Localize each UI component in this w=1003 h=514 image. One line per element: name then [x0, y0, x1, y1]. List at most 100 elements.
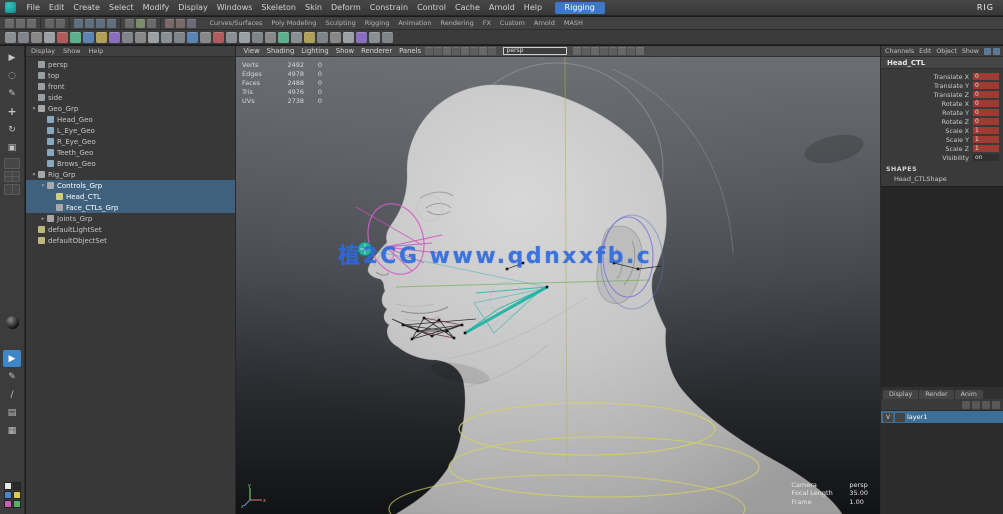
- shelf-tab[interactable]: Custom: [495, 19, 529, 27]
- menu-item[interactable]: Help: [519, 0, 546, 16]
- status-line-icon[interactable]: [40, 18, 41, 29]
- expand-arrow-icon[interactable]: ▾: [30, 106, 38, 112]
- custom-tool[interactable]: [3, 332, 21, 349]
- menu-item[interactable]: File: [22, 0, 44, 16]
- menu-item[interactable]: Skeleton: [257, 0, 301, 16]
- shelf-tool-icon[interactable]: [70, 32, 81, 43]
- channel-value-field[interactable]: 0: [973, 109, 999, 116]
- status-line-icon[interactable]: [107, 19, 116, 28]
- layer-toolbar-icon[interactable]: [962, 401, 970, 409]
- viewport-menu-item[interactable]: Shading: [263, 47, 298, 55]
- no-live-surface-icon[interactable]: [3, 314, 21, 331]
- channel-value-field[interactable]: 1: [973, 145, 999, 152]
- channel-value-field[interactable]: 0: [973, 82, 999, 89]
- custom-tool[interactable]: ∕: [3, 386, 21, 403]
- shelf-tool-icon[interactable]: [174, 32, 185, 43]
- viewport-menu-item[interactable]: Show: [332, 47, 357, 55]
- menu-item[interactable]: Windows: [212, 0, 257, 16]
- status-line-icon[interactable]: [5, 19, 14, 28]
- channel-box-menu-item[interactable]: Show: [962, 48, 979, 55]
- shelf-tool-icon[interactable]: [382, 32, 393, 43]
- layer-visibility-toggle[interactable]: V: [883, 413, 893, 422]
- channel-value-field[interactable]: 0: [973, 73, 999, 80]
- shelf-tool-icon[interactable]: [83, 32, 94, 43]
- status-line-icon[interactable]: [56, 19, 65, 28]
- outliner-row[interactable]: side: [26, 92, 235, 103]
- menu-item[interactable]: Display: [174, 0, 213, 16]
- status-line-icon[interactable]: [160, 18, 161, 29]
- layer-toolbar-icon[interactable]: [972, 401, 980, 409]
- channel-value-field[interactable]: 1: [973, 136, 999, 143]
- status-line-icon[interactable]: [27, 19, 36, 28]
- viewport-toolbar-icon[interactable]: [470, 47, 478, 55]
- viewport-toolbar-icon[interactable]: [582, 47, 590, 55]
- single-pane-layout-button[interactable]: [4, 158, 20, 169]
- shelf-tool-icon[interactable]: [31, 32, 42, 43]
- layer-display-type-toggle[interactable]: [895, 413, 905, 422]
- shelf-tool-icon[interactable]: [213, 32, 224, 43]
- shelf-tool-icon[interactable]: [135, 32, 146, 43]
- shelf-tool-icon[interactable]: [252, 32, 263, 43]
- viewport-toolbar-icon[interactable]: [443, 47, 451, 55]
- outliner-row[interactable]: defaultLightSet: [26, 224, 235, 235]
- shelf-tab[interactable]: Curves/Surfaces: [205, 19, 267, 27]
- custom-tool[interactable]: ✎: [3, 368, 21, 385]
- outliner-row[interactable]: Face_CTLs_Grp: [26, 202, 235, 213]
- channel-value-field[interactable]: 1: [973, 127, 999, 134]
- layer-toolbar-icon[interactable]: [992, 401, 1000, 409]
- shelf-tab[interactable]: FX: [478, 19, 495, 27]
- menu-item[interactable]: Cache: [451, 0, 485, 16]
- layer-toolbar-icon[interactable]: [982, 401, 990, 409]
- viewport-toolbar-icon[interactable]: [488, 47, 496, 55]
- four-pane-layout-button[interactable]: [4, 171, 20, 182]
- viewport-menu-item[interactable]: View: [240, 47, 263, 55]
- toolbox-tool[interactable]: ▣: [3, 139, 21, 156]
- status-line-icon[interactable]: [136, 19, 145, 28]
- outliner-row[interactable]: ▾ Controls_Grp: [26, 180, 235, 191]
- menu-item[interactable]: Modify: [138, 0, 174, 16]
- shelf-tool-icon[interactable]: [278, 32, 289, 43]
- shelf-tool-icon[interactable]: [226, 32, 237, 43]
- shelf-tool-icon[interactable]: [96, 32, 107, 43]
- custom-tool[interactable]: ▤: [3, 404, 21, 421]
- toolbox-tool[interactable]: ▶: [3, 49, 21, 66]
- shelf-tool-icon[interactable]: [330, 32, 341, 43]
- shelf-tool-icon[interactable]: [265, 32, 276, 43]
- outliner-row[interactable]: front: [26, 81, 235, 92]
- shelf-tool-icon[interactable]: [369, 32, 380, 43]
- attribute-editor-toggle-icon[interactable]: [993, 48, 1000, 55]
- shelf-tool-icon[interactable]: [356, 32, 367, 43]
- channel-box-menu-item[interactable]: Channels: [885, 48, 914, 55]
- shelf-tab[interactable]: Animation: [394, 19, 436, 27]
- camera-selector-field[interactable]: persp: [503, 47, 567, 55]
- viewport-menu-item[interactable]: Panels: [396, 47, 425, 55]
- channel-value-field[interactable]: 0: [973, 91, 999, 98]
- channel-box-toggle-icon[interactable]: [984, 48, 991, 55]
- shelf-tool-icon[interactable]: [291, 32, 302, 43]
- shelf-tool-icon[interactable]: [161, 32, 172, 43]
- shelf-tool-icon[interactable]: [57, 32, 68, 43]
- layer-editor-tab[interactable]: Render: [919, 390, 953, 399]
- expand-arrow-icon[interactable]: ▾: [30, 172, 38, 178]
- status-line-icon[interactable]: [125, 19, 134, 28]
- viewport-toolbar-icon[interactable]: [452, 47, 460, 55]
- channel-value-field[interactable]: 0: [973, 118, 999, 125]
- menuset-dropdown[interactable]: Rigging: [555, 2, 605, 14]
- viewport-toolbar-icon[interactable]: [618, 47, 626, 55]
- status-line-icon[interactable]: [165, 19, 174, 28]
- shelf-tool-icon[interactable]: [148, 32, 159, 43]
- outliner-row[interactable]: defaultObjectSet: [26, 235, 235, 246]
- status-line-icon[interactable]: [96, 19, 105, 28]
- outliner-row[interactable]: ▾ Rig_Grp: [26, 169, 235, 180]
- shelf-tool-icon[interactable]: [44, 32, 55, 43]
- menu-item[interactable]: Create: [69, 0, 105, 16]
- status-line-icon[interactable]: [120, 18, 121, 29]
- outliner-row[interactable]: Head_Geo: [26, 114, 235, 125]
- channel-box-menu-item[interactable]: Object: [936, 48, 957, 55]
- custom-tool[interactable]: ▦: [3, 422, 21, 439]
- status-line-icon[interactable]: [187, 19, 196, 28]
- viewport-toolbar-icon[interactable]: [461, 47, 469, 55]
- viewport-toolbar-icon[interactable]: [609, 47, 617, 55]
- status-line-icon[interactable]: [147, 19, 156, 28]
- shelf-tab[interactable]: Poly Modeling: [267, 19, 321, 27]
